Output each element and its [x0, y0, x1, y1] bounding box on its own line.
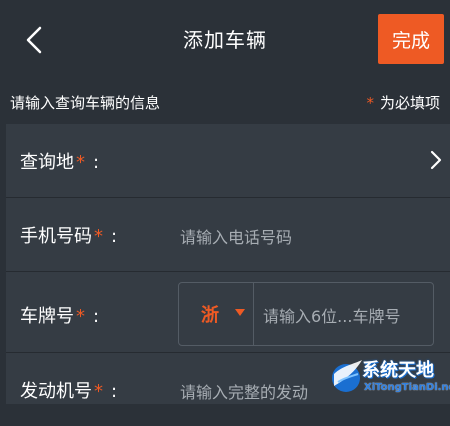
required-mark: *	[94, 226, 103, 247]
plate-label: 车牌号 *:	[20, 302, 99, 328]
engine-label-text: 发动机号	[20, 381, 92, 402]
label-colon: :	[93, 306, 100, 327]
label-colon: :	[93, 152, 100, 173]
required-mark: *	[94, 381, 103, 402]
province-value: 浙	[201, 305, 219, 326]
plate-label-text: 车牌号	[20, 306, 74, 327]
required-mark: *	[76, 152, 85, 173]
location-label: 查询地 *:	[20, 148, 99, 174]
engine-input[interactable]: 请输入完整的发动	[180, 379, 308, 403]
required-hint-bar: 请输入查询车辆的信息 * 为必填项	[0, 86, 450, 114]
watermark-url: XiTongTianDi.net	[364, 382, 450, 393]
engine-label: 发动机号 *:	[20, 377, 117, 403]
label-colon: :	[111, 226, 118, 247]
plate-input-group: 浙 请输入6位...车牌号	[178, 282, 434, 346]
phone-label: 手机号码 *:	[20, 222, 117, 248]
watermark-logo-icon	[332, 360, 362, 392]
required-note-text: 为必填项	[379, 94, 440, 112]
top-bar: 添加车辆 完成	[0, 0, 450, 80]
caret-down-icon	[235, 309, 245, 316]
label-colon: :	[111, 381, 118, 402]
phone-input[interactable]: 请输入电话号码	[180, 224, 292, 248]
location-label-text: 查询地	[20, 152, 74, 173]
required-note: * 为必填项	[366, 92, 440, 113]
required-star: *	[366, 94, 374, 112]
site-watermark: 系统天地 XiTongTianDi.net	[328, 352, 450, 404]
chevron-right-icon	[430, 150, 442, 170]
province-select[interactable]: 浙	[179, 283, 254, 345]
done-button[interactable]: 完成	[378, 14, 444, 64]
watermark-title: 系统天地	[362, 360, 434, 381]
hint-text: 请输入查询车辆的信息	[10, 94, 161, 112]
plate-number-input[interactable]: 请输入6位...车牌号	[263, 303, 400, 327]
phone-row: 手机号码 *: 请输入电话号码	[6, 198, 450, 272]
location-row[interactable]: 查询地 *:	[6, 124, 450, 198]
plate-row: 车牌号 *: 浙 请输入6位...车牌号	[6, 272, 450, 353]
required-mark: *	[76, 306, 85, 327]
phone-label-text: 手机号码	[20, 226, 92, 247]
